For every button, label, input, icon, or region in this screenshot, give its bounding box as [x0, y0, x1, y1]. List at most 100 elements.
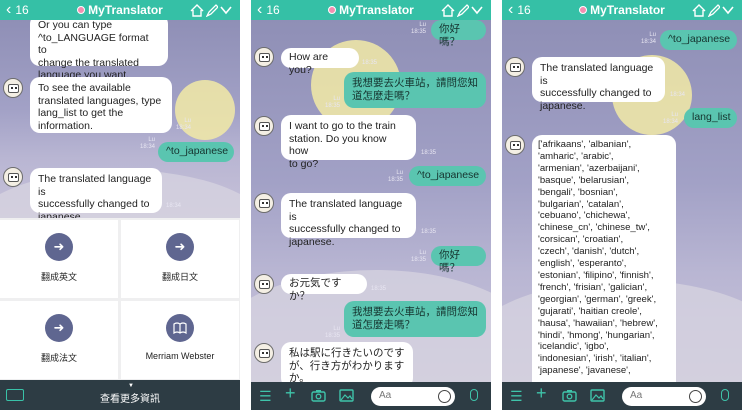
bot-message: The translated language is successfully … [281, 193, 416, 248]
chat-area[interactable]: Lu 18:35 你好嗎？ How are you? 18:35 Lu 18:3… [251, 20, 491, 382]
timestamp: Lu 18:34 [140, 137, 156, 150]
message-input[interactable]: Aa [622, 387, 706, 406]
header: ‹ 16 MyTranslator [251, 0, 491, 20]
timestamp: Lu 18:34 [663, 112, 679, 125]
note-icon[interactable] [708, 3, 720, 17]
menu-merriam-webster[interactable]: Merriam Webster [121, 301, 239, 379]
user-message: ^to_japanese [158, 142, 234, 162]
timestamp: Lu 18:35 [325, 96, 341, 109]
plus-icon[interactable]: + [536, 384, 547, 402]
user-message: 我想要去火車站，請問您知 道怎麼走嗎？ [344, 72, 486, 108]
chevron-down-icon[interactable] [220, 5, 232, 15]
camera-icon[interactable] [562, 389, 577, 402]
message-input-placeholder: Aa [630, 390, 643, 401]
plus-icon[interactable]: + [285, 384, 296, 402]
bot-message: お元気ですか？ [281, 274, 367, 302]
timestamp: 18:35 [421, 150, 437, 156]
chevron-left-icon: ‹ [6, 1, 12, 18]
chat-title: MyTranslator [50, 3, 190, 17]
user-message: 你好嗎？ [431, 20, 486, 48]
arrow-right-icon: ➜ [45, 314, 73, 342]
menu-icon[interactable]: ☰ [259, 388, 272, 404]
chevron-down-icon[interactable] [722, 5, 734, 15]
bot-message-language-list: ['afrikaans', 'albanian', 'amharic', 'ar… [532, 135, 676, 382]
bot-message: How are you? [281, 48, 359, 76]
chat-area[interactable]: Or you can type ^to_LANGUAGE format to c… [0, 20, 240, 218]
user-message: ^to_japanese [409, 166, 486, 186]
bot-message: To see the available translated language… [30, 77, 172, 133]
menu-icon[interactable]: ☰ [510, 388, 523, 404]
bot-message: 私は駅に行きたいのです が、行き方がわかります か。 [281, 342, 413, 382]
user-message: ^to_japanese [660, 30, 737, 50]
chevron-left-icon: ‹ [257, 1, 263, 18]
home-icon[interactable] [190, 3, 204, 17]
emoji-icon[interactable] [438, 390, 451, 403]
timestamp: 18:34 [670, 92, 686, 98]
user-message: lang_list [684, 108, 737, 128]
bot-avatar [505, 135, 525, 155]
timestamp: 18:34 [166, 203, 182, 209]
chevron-down-icon[interactable] [471, 5, 483, 15]
header: ‹ 16 MyTranslator [0, 0, 240, 20]
bot-avatar [505, 57, 525, 77]
chat-area[interactable]: Lu 18:34 ^to_japanese The translated lan… [502, 20, 742, 382]
home-icon[interactable] [441, 3, 455, 17]
arrow-right-icon: ➜ [166, 233, 194, 261]
note-icon[interactable] [206, 3, 218, 17]
menu-translate-french[interactable]: ➜ 翻成法文 [0, 301, 118, 379]
input-bar: ☰ + Aa [502, 382, 742, 410]
back-button[interactable]: ‹ 16 [0, 2, 50, 18]
timestamp: 18:35 [371, 286, 387, 292]
bot-avatar-icon [77, 6, 86, 14]
bot-message: I want to go to the train station. Do yo… [281, 115, 416, 170]
header: ‹ 16 MyTranslator [502, 0, 742, 20]
menu-translate-english[interactable]: ➜ 翻成英文 [0, 220, 118, 298]
arrow-right-icon: ➜ [45, 233, 73, 261]
timestamp: Lu 18:35 [411, 22, 427, 35]
chat-title: MyTranslator [552, 3, 692, 17]
unread-count: 16 [266, 3, 280, 17]
bot-avatar [254, 193, 274, 213]
user-message: 我想要去火車站，請問您知 道怎麼走嗎？ [344, 301, 486, 337]
timestamp: Lu 18:35 [325, 326, 341, 339]
bot-avatar-icon [579, 6, 588, 14]
bot-message: The translated language is successfully … [532, 57, 665, 112]
bot-message: Or you can type ^to_LANGUAGE format to c… [30, 20, 168, 81]
phone-screen-3: ‹ 16 MyTranslator Lu 18:34 ^to_japanese … [502, 0, 742, 410]
menu-translate-japanese[interactable]: ➜ 翻成日文 [121, 220, 239, 298]
timestamp: Lu 18:35 [388, 170, 404, 183]
image-icon[interactable] [590, 389, 605, 402]
keyboard-icon[interactable] [6, 389, 24, 401]
note-icon[interactable] [457, 3, 469, 17]
timestamp: 18:35 [362, 60, 378, 66]
phone-screen-1: ‹ 16 MyTranslator Or you can type ^to_LA… [0, 0, 240, 410]
back-button[interactable]: ‹ 16 [502, 2, 552, 18]
unread-count: 16 [15, 3, 29, 17]
camera-icon[interactable] [311, 389, 326, 402]
bot-avatar [254, 116, 274, 136]
chat-title: MyTranslator [301, 3, 441, 17]
caret-down-icon: ▼ [128, 383, 134, 389]
bot-avatar [254, 47, 274, 67]
user-message: 你好嗎？ [431, 246, 486, 274]
bot-avatar [3, 167, 23, 187]
mic-icon[interactable] [721, 389, 729, 401]
message-input[interactable]: Aa [371, 387, 455, 406]
book-icon [166, 314, 194, 342]
timestamp: Lu 18:34 [641, 32, 657, 45]
timestamp: 18:35 [421, 229, 437, 235]
rich-menu-bar: ▼ 查看更多資訊 [0, 380, 240, 410]
message-input-placeholder: Aa [379, 390, 392, 401]
unread-count: 16 [517, 3, 531, 17]
mic-icon[interactable] [470, 389, 478, 401]
home-icon[interactable] [692, 3, 706, 17]
back-button[interactable]: ‹ 16 [251, 2, 301, 18]
bot-message: The translated language is successfully … [30, 168, 162, 218]
bot-avatar [254, 343, 274, 363]
more-info-toggle[interactable]: 查看更多資訊 [100, 390, 160, 405]
emoji-icon[interactable] [689, 390, 702, 403]
bot-avatar [3, 78, 23, 98]
image-icon[interactable] [339, 389, 354, 402]
bot-avatar [254, 274, 274, 294]
phone-screen-2: ‹ 16 MyTranslator Lu 18:35 你好嗎？ How are … [251, 0, 491, 410]
